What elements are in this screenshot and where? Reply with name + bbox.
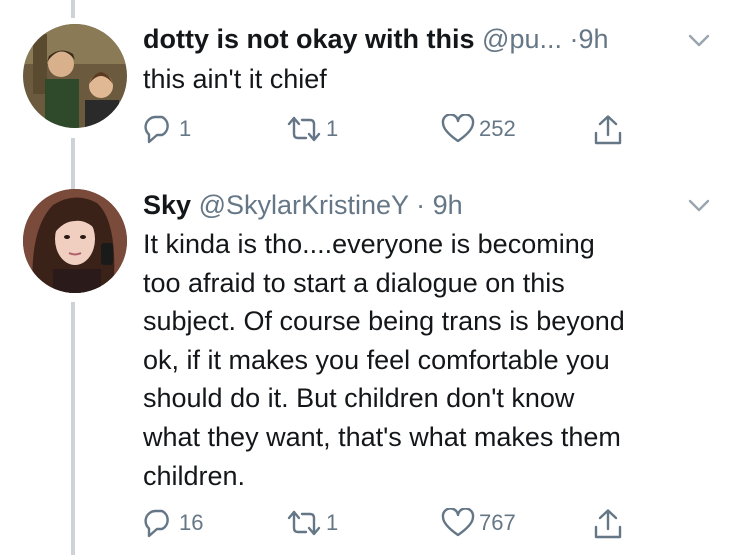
separator-dot: ·: [569, 24, 579, 54]
share-icon: [594, 509, 622, 539]
reply-button[interactable]: 16: [143, 508, 203, 538]
user-handle[interactable]: @SkylarKristineY: [199, 190, 409, 220]
timestamp[interactable]: 9h: [433, 190, 463, 220]
separator-dot: ·: [416, 190, 426, 220]
avatar[interactable]: [23, 24, 127, 128]
like-button[interactable]: 252: [441, 114, 516, 144]
heart-icon: [441, 508, 475, 537]
timestamp[interactable]: 9h: [579, 24, 609, 54]
like-count: 252: [479, 116, 516, 141]
like-count: 767: [479, 510, 516, 535]
reply-icon: [144, 115, 169, 144]
action-bar: 1 1 252: [143, 114, 663, 146]
retweet-icon: [287, 116, 321, 142]
chevron-down-icon[interactable]: [688, 33, 710, 49]
tweet[interactable]: Sky @SkylarKristineY · 9h It kinda is th…: [0, 170, 740, 555]
tweet-header: Sky @SkylarKristineY · 9h: [143, 188, 700, 222]
tweet-text-line: ok, if it makes you feel comfortable you: [143, 344, 610, 375]
retweet-count: 1: [326, 116, 339, 141]
tweet-text: this ain't it chief: [143, 64, 327, 94]
share-button[interactable]: [593, 508, 623, 540]
avatar[interactable]: [23, 189, 127, 293]
chevron-down-icon[interactable]: [688, 198, 710, 214]
action-bar: 16 1 767: [143, 508, 663, 540]
retweet-button[interactable]: 1: [286, 114, 338, 144]
tweet-text-line: should do it. But children don't know: [143, 383, 575, 414]
share-button[interactable]: [593, 114, 623, 146]
display-name[interactable]: dotty is not okay with this: [143, 24, 475, 54]
tweet-text-line: too afraid to start a dialogue on this: [143, 267, 565, 298]
share-icon: [594, 115, 622, 145]
reply-count: 16: [179, 510, 204, 535]
reply-button[interactable]: 1: [143, 114, 191, 144]
reply-icon: [144, 509, 169, 538]
user-handle[interactable]: @pu...: [482, 24, 562, 54]
reply-count: 1: [179, 116, 192, 141]
tweet[interactable]: dotty is not okay with this @pu... ·9h t…: [0, 0, 740, 170]
tweet-text-line: what they want, that's what makes them: [143, 421, 621, 452]
like-button[interactable]: 767: [441, 508, 516, 538]
tweet-text-line: subject. Of course being trans is beyond: [143, 306, 625, 337]
display-name[interactable]: Sky: [143, 190, 191, 220]
retweet-count: 1: [326, 510, 339, 535]
retweet-icon: [287, 510, 321, 536]
tweet-text-line: It kinda is tho....everyone is becoming: [143, 229, 595, 259]
tweet-header: dotty is not okay with this @pu... ·9h: [143, 22, 700, 56]
retweet-button[interactable]: 1: [286, 508, 338, 538]
tweet-text-line: children.: [143, 460, 246, 491]
heart-icon: [441, 114, 475, 143]
tweet-text: It kinda is tho....everyone is becoming …: [143, 225, 713, 495]
